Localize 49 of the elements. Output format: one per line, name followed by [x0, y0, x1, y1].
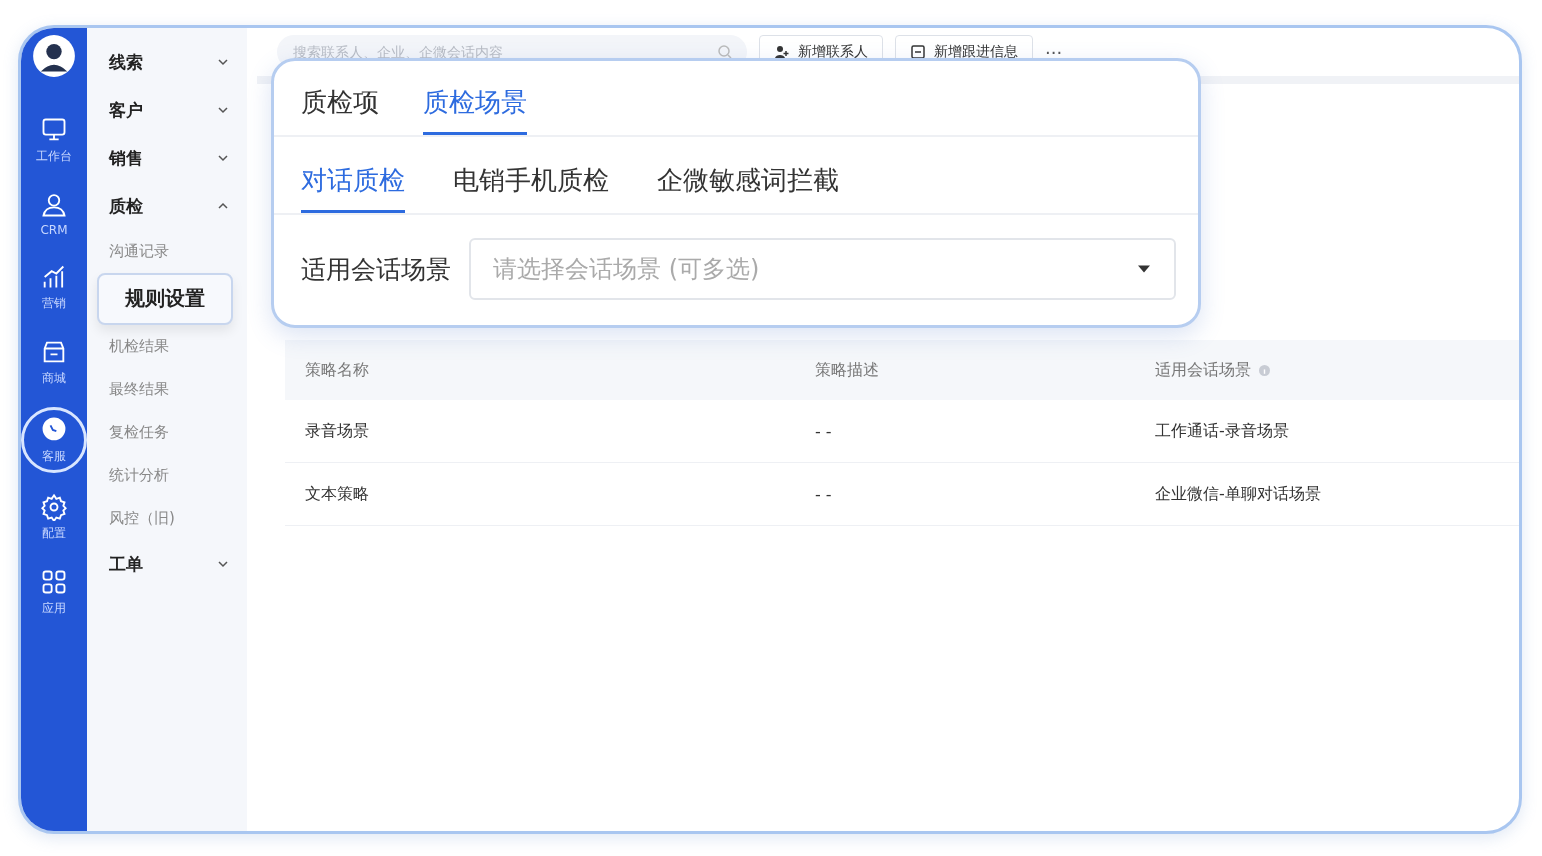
table-cell-text: 录音场景 — [304, 420, 370, 442]
chevron-icon — [217, 104, 229, 116]
nav-rail-item[interactable]: CRM — [24, 185, 84, 243]
scene-select[interactable]: 请选择会话场景 (可多选) — [469, 238, 1176, 300]
column-header: 适用会话场景 — [1155, 359, 1251, 381]
menu-group[interactable]: 线索 — [109, 38, 247, 86]
table-cell-text: 文本策略 — [304, 483, 370, 505]
table-cell-text: 企业微信-单聊对话场景 — [1154, 483, 1322, 505]
tab[interactable]: 质检项 — [301, 85, 379, 135]
field-label: 适用会话场景 — [301, 253, 451, 286]
grid-icon — [40, 568, 68, 596]
nav-rail-item[interactable]: 营销 — [24, 257, 84, 318]
menu-item[interactable]: 机检结果 — [109, 325, 247, 368]
chevron-icon — [217, 558, 229, 570]
caret-icon — [1138, 265, 1150, 273]
nav-rail-item[interactable]: 应用 — [24, 562, 84, 623]
chevron-icon — [217, 56, 229, 68]
menu-item[interactable]: 最终结果 — [109, 368, 247, 411]
table-cell-text: 工作通话-录音场景 — [1154, 420, 1290, 442]
column-header: 策略描述 — [815, 359, 879, 381]
table-cell-text: - - — [814, 421, 833, 441]
person-plus-icon — [774, 44, 790, 60]
menu-group[interactable]: 销售 — [109, 134, 247, 182]
column-header: 策略名称 — [305, 359, 369, 381]
info-icon — [1259, 364, 1270, 376]
select-input[interactable]: 请选择会话场景 (可多选) — [491, 254, 1138, 284]
menu-group[interactable]: 质检 — [109, 182, 247, 230]
menu-item[interactable]: 复检任务 — [109, 411, 247, 454]
note-icon — [910, 44, 926, 60]
menu-group[interactable]: 工单 — [109, 540, 247, 588]
menu-item[interactable]: 沟通记录 — [109, 230, 247, 273]
search-icon — [717, 44, 733, 60]
nav-rail-item[interactable]: 客服 — [21, 407, 87, 473]
menu-item[interactable]: 统计分析 — [109, 454, 247, 497]
chevron-icon — [217, 152, 229, 164]
nav-rail-item[interactable]: 商城 — [24, 332, 84, 393]
person-icon — [40, 191, 68, 219]
avatar-icon — [32, 34, 76, 78]
nav-rail-item[interactable]: 工作台 — [24, 110, 84, 171]
menu-item[interactable]: 规则设置 — [97, 273, 233, 325]
tab[interactable]: 企微敏感词拦截 — [657, 163, 839, 213]
tab[interactable]: 质检场景 — [423, 85, 527, 135]
settings-icon — [40, 493, 68, 521]
tab[interactable]: 电销手机质检 — [453, 163, 609, 213]
menu-item[interactable]: 风控（旧) — [109, 497, 247, 540]
nav-rail-item[interactable]: 配置 — [24, 487, 84, 548]
tab[interactable]: 对话质检 — [301, 163, 405, 213]
table-cell-text: - - — [814, 484, 833, 504]
menu-group[interactable]: 客户 — [109, 86, 247, 134]
